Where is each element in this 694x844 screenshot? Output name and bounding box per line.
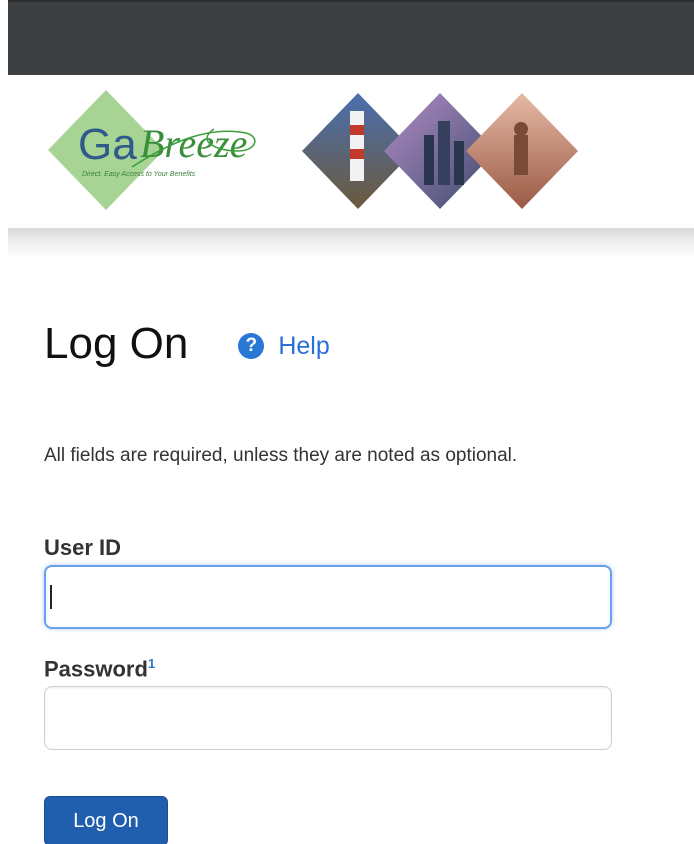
user-id-label: User ID bbox=[44, 535, 121, 561]
title-row: Log On ? Help bbox=[44, 316, 330, 372]
header-divider bbox=[8, 228, 694, 258]
page-title: Log On bbox=[44, 319, 189, 368]
gabreeze-logo[interactable]: Ga Breeze Direct. Easy Access to Your Be… bbox=[46, 85, 286, 215]
password-input[interactable] bbox=[44, 686, 612, 750]
page: Ga Breeze Direct. Easy Access to Your Be… bbox=[0, 0, 694, 844]
lighthouse-stripe bbox=[350, 149, 364, 159]
log-on-button[interactable]: Log On bbox=[44, 796, 168, 844]
password-label-text: Password bbox=[44, 656, 148, 682]
password-label: Password1 bbox=[44, 656, 155, 682]
top-bar bbox=[8, 0, 694, 75]
lighthouse-tower bbox=[350, 111, 364, 181]
user-id-input[interactable] bbox=[44, 565, 612, 629]
lighthouse-stripe bbox=[350, 125, 364, 135]
password-footnote-marker[interactable]: 1 bbox=[148, 656, 155, 671]
logo-text-breeze: Breeze bbox=[140, 121, 247, 166]
text-cursor bbox=[50, 585, 52, 609]
skyline-building bbox=[454, 141, 464, 185]
user-id-label-text: User ID bbox=[44, 535, 122, 560]
statue-figure bbox=[514, 135, 528, 175]
skyline-building bbox=[424, 135, 434, 185]
help-question-icon: ? bbox=[238, 333, 265, 359]
form-instructions: All fields are required, unless they are… bbox=[44, 445, 518, 466]
page-edge bbox=[0, 0, 8, 844]
statue-head bbox=[514, 122, 528, 136]
logo-tagline: Direct. Easy Access to Your Benefits bbox=[82, 171, 196, 178]
header-photo-strip bbox=[302, 93, 578, 209]
site-header: Ga Breeze Direct. Easy Access to Your Be… bbox=[8, 75, 694, 235]
skyline-building bbox=[438, 121, 450, 185]
logo-text-ga: Ga bbox=[78, 120, 137, 169]
help-label: Help bbox=[278, 331, 330, 360]
help-link[interactable]: ? Help bbox=[238, 331, 330, 361]
